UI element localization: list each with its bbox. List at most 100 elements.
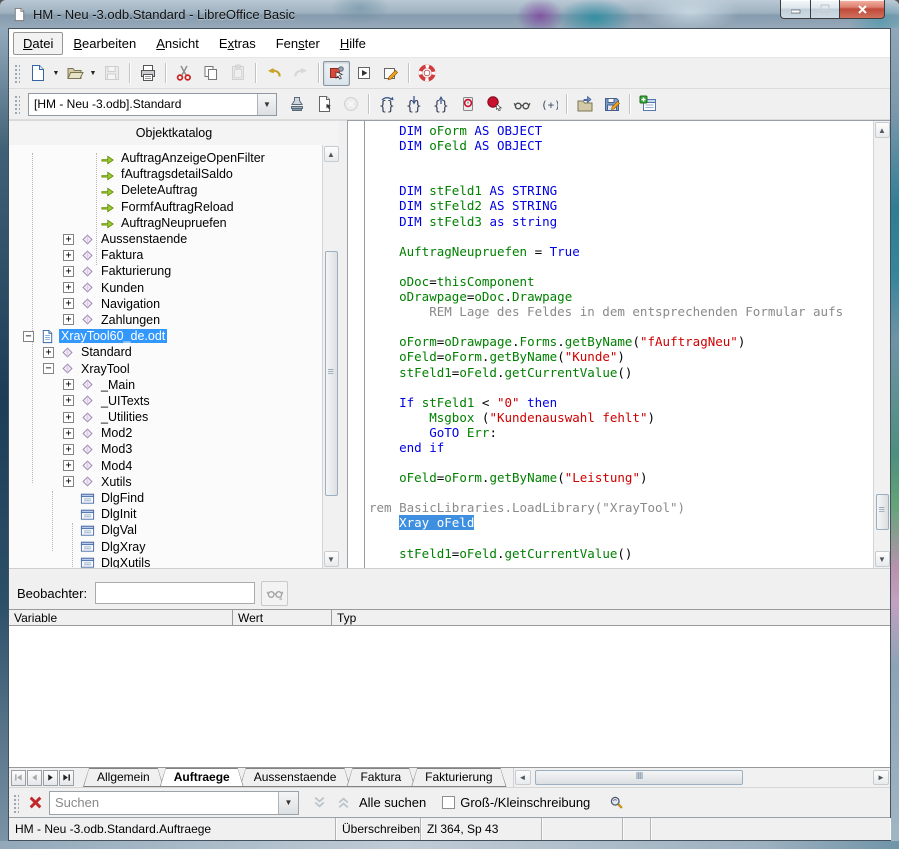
menu-bearbeiten[interactable]: Bearbeiten	[63, 32, 146, 55]
scroll-track[interactable]	[324, 163, 339, 550]
horizontal-splitter[interactable]	[9, 568, 890, 577]
expand-icon[interactable]: +	[63, 282, 74, 293]
enable-watch-button[interactable]	[261, 581, 288, 606]
scroll-track[interactable]	[875, 139, 890, 550]
expand-icon[interactable]: +	[43, 347, 54, 358]
open-button[interactable]	[61, 61, 88, 86]
title-bar[interactable]: HM - Neu -3.odb.Standard - LibreOffice B…	[0, 0, 899, 28]
watch-table-body[interactable]	[9, 626, 890, 767]
step-over-button[interactable]: {}	[373, 92, 400, 117]
expand-icon[interactable]: +	[63, 428, 74, 439]
tab-auftraege[interactable]: Auftraege	[160, 768, 244, 787]
redo-button[interactable]	[287, 61, 314, 86]
help-button[interactable]	[413, 61, 440, 86]
column-variable[interactable]: Variable	[9, 610, 233, 625]
menu-hilfe[interactable]: Hilfe	[330, 32, 376, 55]
search-input[interactable]	[50, 792, 278, 814]
tree-item-fauftragsdetailsaldo[interactable]: fAuftragsdetailSaldo	[9, 166, 322, 182]
column-wert[interactable]: Wert	[233, 610, 332, 625]
enable-watch-button[interactable]	[508, 92, 535, 117]
toolbar-grip[interactable]	[13, 94, 20, 114]
case-sensitive-checkbox[interactable]	[442, 796, 455, 809]
manage-breakpoints-button[interactable]	[481, 92, 508, 117]
tree-item-navigation[interactable]: +Navigation	[9, 296, 322, 312]
tree-item-kunden[interactable]: +Kunden	[9, 280, 322, 296]
expand-icon[interactable]: +	[63, 395, 74, 406]
editor-horizontal-scrollbar[interactable]: ◄ ►	[513, 768, 890, 787]
toolbar-grip[interactable]	[13, 63, 20, 83]
library-selector-dropdown[interactable]: ▼	[257, 94, 276, 115]
expand-icon[interactable]: +	[63, 444, 74, 455]
collapse-icon[interactable]: −	[43, 363, 54, 374]
tree-item-dlginit[interactable]: DlgInit	[9, 506, 322, 522]
expand-icon[interactable]: +	[63, 476, 74, 487]
column-typ[interactable]: Typ	[332, 610, 890, 625]
toolbar-grip[interactable]	[12, 793, 19, 813]
tree-item-xutils[interactable]: +Xutils	[9, 474, 322, 490]
scroll-down-arrow[interactable]: ▼	[875, 551, 890, 567]
expand-icon[interactable]: +	[63, 412, 74, 423]
tab-fakturierung[interactable]: Fakturierung	[411, 768, 506, 787]
compile-button[interactable]	[283, 92, 310, 117]
watch-input[interactable]	[95, 582, 255, 604]
step-into-button[interactable]: {}	[400, 92, 427, 117]
expand-icon[interactable]: +	[63, 298, 74, 309]
tree-item-dlgval[interactable]: DlgVal	[9, 522, 322, 538]
tree-item-standard[interactable]: +Standard	[9, 344, 322, 360]
tab-nav-prev-button[interactable]	[27, 770, 42, 786]
expand-icon[interactable]: +	[63, 460, 74, 471]
insert-source-button[interactable]	[571, 92, 598, 117]
tab-faktura[interactable]: Faktura	[346, 768, 415, 787]
print-button[interactable]	[134, 61, 161, 86]
scroll-thumb[interactable]	[876, 494, 889, 530]
find-and-replace-button[interactable]	[604, 791, 628, 815]
object-tree[interactable]: AuftragAnzeigeOpenFilterfAuftragsdetailS…	[9, 145, 322, 568]
tree-item-mod3[interactable]: +Mod3	[9, 441, 322, 457]
copy-button[interactable]	[197, 61, 224, 86]
scroll-up-arrow[interactable]: ▲	[875, 122, 890, 138]
scroll-down-arrow[interactable]: ▼	[324, 551, 339, 567]
tab-nav-last-button[interactable]	[59, 770, 74, 786]
undo-button[interactable]	[260, 61, 287, 86]
new-document-dropdown-arrow[interactable]: ▼	[51, 61, 61, 86]
breakpoint-button[interactable]	[454, 92, 481, 117]
collapse-icon[interactable]: −	[23, 331, 34, 342]
find-next-button[interactable]	[307, 791, 331, 815]
paste-button[interactable]	[224, 61, 251, 86]
scroll-track[interactable]	[532, 770, 872, 785]
expand-icon[interactable]: +	[63, 379, 74, 390]
expand-icon[interactable]: +	[63, 314, 74, 325]
find-all-button[interactable]: Alle suchen	[359, 795, 426, 810]
menu-datei[interactable]: Datei	[13, 32, 63, 55]
tree-item-auftraganzeigeopenfilter[interactable]: AuftragAnzeigeOpenFilter	[9, 150, 322, 166]
tree-item-_utilities[interactable]: +_Utilities	[9, 409, 322, 425]
scroll-thumb[interactable]	[325, 251, 338, 496]
edit-dialog-button[interactable]	[377, 61, 404, 86]
find-previous-button[interactable]	[331, 791, 355, 815]
minimize-button[interactable]	[780, 0, 810, 19]
editor-vertical-scrollbar[interactable]: ▲ ▼	[873, 121, 890, 568]
menu-ansicht[interactable]: Ansicht	[146, 32, 209, 55]
tab-nav-next-button[interactable]	[43, 770, 58, 786]
tab-allgemein[interactable]: Allgemein	[83, 768, 164, 787]
tree-item-mod4[interactable]: +Mod4	[9, 458, 322, 474]
expand-icon[interactable]: +	[63, 266, 74, 277]
breakpoint-gutter[interactable]	[348, 121, 365, 568]
tree-item-formfauftragreload[interactable]: FormfAuftragReload	[9, 199, 322, 215]
scroll-thumb[interactable]	[535, 770, 743, 785]
tree-item-dlgxray[interactable]: DlgXray	[9, 539, 322, 555]
save-button[interactable]	[98, 61, 125, 86]
tree-item-faktura[interactable]: +Faktura	[9, 247, 322, 263]
menu-extras[interactable]: Extras	[209, 32, 266, 55]
menu-fenster[interactable]: Fenster	[266, 32, 330, 55]
find-parentheses-button[interactable]: (+)	[535, 92, 562, 117]
search-dropdown[interactable]: ▼	[278, 792, 298, 814]
code-editor[interactable]: DIM oForm AS OBJECT DIM oFeld AS OBJECT …	[365, 121, 873, 568]
tree-item-_uitexts[interactable]: +_UITexts	[9, 393, 322, 409]
tab-aussenstaende[interactable]: Aussenstaende	[240, 768, 351, 787]
close-find-bar-button[interactable]	[23, 791, 47, 815]
open-dropdown-arrow[interactable]: ▼	[88, 61, 98, 86]
tree-item-zahlungen[interactable]: +Zahlungen	[9, 312, 322, 328]
choose-macro-button[interactable]	[323, 61, 350, 86]
new-document-button[interactable]	[24, 61, 51, 86]
